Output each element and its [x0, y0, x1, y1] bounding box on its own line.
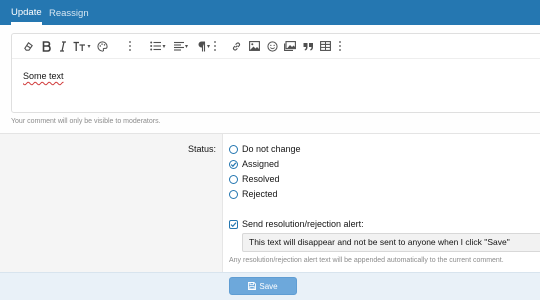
editor-toolbar: ▾ ▾ ▾ ▾: [12, 34, 540, 59]
form-label-column: Status:: [0, 134, 223, 272]
tab-bar: Update Reassign: [0, 0, 540, 25]
align-icon[interactable]: ▾: [173, 39, 189, 53]
form-footer: Save: [0, 272, 540, 300]
status-label: Status:: [187, 144, 216, 154]
radio-assigned[interactable]: Assigned: [229, 157, 279, 171]
more-icon[interactable]: [214, 41, 217, 51]
smiley-icon[interactable]: [266, 39, 278, 53]
editor-content[interactable]: Some text: [23, 71, 64, 81]
radio-label: Do not change: [242, 144, 301, 154]
table-icon[interactable]: [319, 39, 331, 53]
eraser-icon[interactable]: [22, 39, 34, 53]
alert-hint: Any resolution/rejection alert text will…: [229, 257, 504, 264]
quote-icon[interactable]: [302, 39, 314, 53]
comment-visibility-hint: Your comment will only be visible to mod…: [11, 118, 161, 125]
more-icon[interactable]: [129, 41, 132, 51]
save-button-label: Save: [259, 281, 278, 291]
save-icon: [248, 282, 257, 290]
radio-icon[interactable]: [229, 144, 238, 154]
palette-icon[interactable]: [96, 39, 108, 53]
text-size-icon[interactable]: ▾: [73, 39, 91, 53]
tab-reassign[interactable]: Reassign: [49, 0, 89, 25]
image-icon[interactable]: [248, 39, 260, 53]
save-button[interactable]: Save: [229, 277, 297, 295]
link-icon[interactable]: [230, 39, 242, 53]
radio-icon[interactable]: [229, 174, 238, 184]
italic-icon[interactable]: [58, 39, 68, 53]
radio-resolved[interactable]: Resolved: [229, 172, 280, 186]
radio-do-not-change[interactable]: Do not change: [229, 142, 301, 156]
more-icon[interactable]: [339, 41, 342, 51]
media-icon[interactable]: [283, 39, 296, 53]
bold-icon[interactable]: [41, 39, 51, 53]
radio-label: Rejected: [242, 189, 278, 199]
send-alert-checkbox[interactable]: Send resolution/rejection alert:: [229, 217, 364, 231]
radio-label: Assigned: [242, 159, 280, 169]
send-alert-label: Send resolution/rejection alert:: [242, 219, 364, 229]
radio-rejected[interactable]: Rejected: [229, 187, 278, 201]
radio-label: Resolved: [242, 174, 280, 184]
checkbox-checked-icon[interactable]: [229, 219, 238, 229]
radio-checked-icon[interactable]: [229, 159, 238, 169]
paragraph-icon[interactable]: ▾: [196, 39, 212, 53]
tab-update[interactable]: Update: [11, 0, 42, 25]
radio-icon[interactable]: [229, 189, 238, 199]
comment-section: ▾ ▾ ▾ ▾ Some text: [0, 25, 540, 133]
list-icon[interactable]: ▾: [150, 39, 166, 53]
rich-text-editor[interactable]: ▾ ▾ ▾ ▾ Some text: [11, 33, 540, 113]
alert-text-input[interactable]: This text will disappear and not be sent…: [242, 233, 540, 252]
